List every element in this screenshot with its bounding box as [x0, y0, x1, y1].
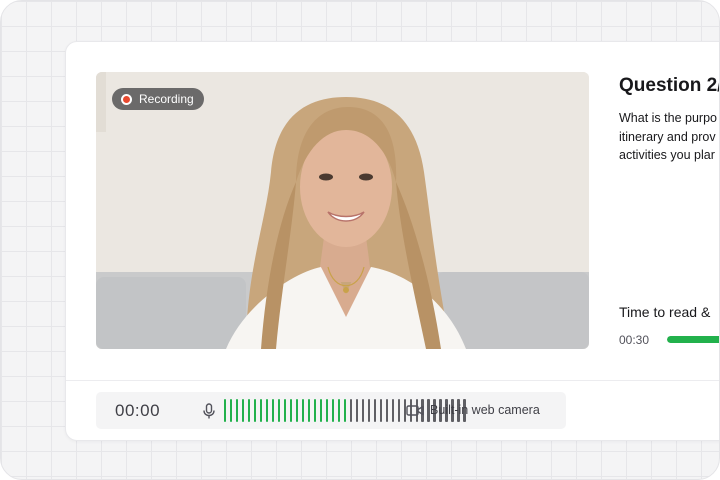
level-bar: [373, 399, 376, 422]
level-bar: [331, 399, 335, 422]
level-bar: [224, 399, 227, 422]
video-camera-icon[interactable]: [406, 404, 424, 417]
level-bar: [259, 399, 263, 422]
level-bar: [301, 399, 305, 422]
level-bar: [397, 399, 400, 422]
level-bar: [229, 399, 233, 422]
level-bar: [241, 399, 245, 422]
app-frame: Recording Question 2/ What is the purpo …: [0, 0, 720, 480]
recording-controls: 00:00 Built-in web camera: [96, 392, 566, 429]
level-bar: [367, 399, 371, 422]
level-bar: [325, 399, 329, 422]
question-line: What is the purpo: [619, 111, 717, 125]
recording-dot-icon: [121, 93, 132, 105]
time-to-read-label: Time to read &: [619, 304, 711, 320]
question-title: Question 2/: [619, 75, 720, 96]
elapsed-timer: 00:00: [115, 401, 161, 420]
time-to-read-value: 00:30: [619, 333, 650, 347]
level-bar: [385, 399, 388, 422]
level-bar: [235, 399, 239, 422]
level-bar: [379, 399, 382, 422]
level-bar: [319, 399, 323, 422]
level-bar: [313, 399, 317, 422]
level-bar: [265, 399, 269, 422]
level-bar: [271, 399, 275, 422]
webcam-image: [96, 72, 589, 349]
level-bar: [307, 399, 311, 422]
level-bar: [247, 399, 251, 422]
question-line: itinerary and prov: [619, 129, 716, 144]
time-progress-bar: [667, 336, 719, 343]
level-bar: [277, 399, 281, 422]
level-bar: [391, 399, 394, 422]
question-line: activities you plar: [619, 148, 715, 162]
level-bar: [355, 399, 359, 422]
interview-card: Recording Question 2/ What is the purpo …: [65, 41, 720, 441]
level-bar: [361, 399, 365, 422]
question-text: What is the purpo itinerary and prov act…: [619, 109, 719, 165]
mic-icon[interactable]: [202, 403, 216, 419]
level-bar: [289, 399, 293, 422]
level-bar: [283, 399, 287, 422]
webcam-preview: Recording: [96, 72, 589, 349]
recording-label: Recording: [139, 92, 194, 106]
recording-badge: Recording: [112, 88, 204, 110]
level-bar: [295, 399, 299, 422]
level-bar: [349, 399, 353, 422]
level-bar: [337, 399, 341, 422]
camera-source-label[interactable]: Built-in web camera: [430, 403, 540, 417]
divider: [66, 380, 719, 381]
level-bar: [253, 399, 257, 422]
level-bar: [343, 399, 347, 422]
time-progress-fill: [667, 336, 719, 343]
